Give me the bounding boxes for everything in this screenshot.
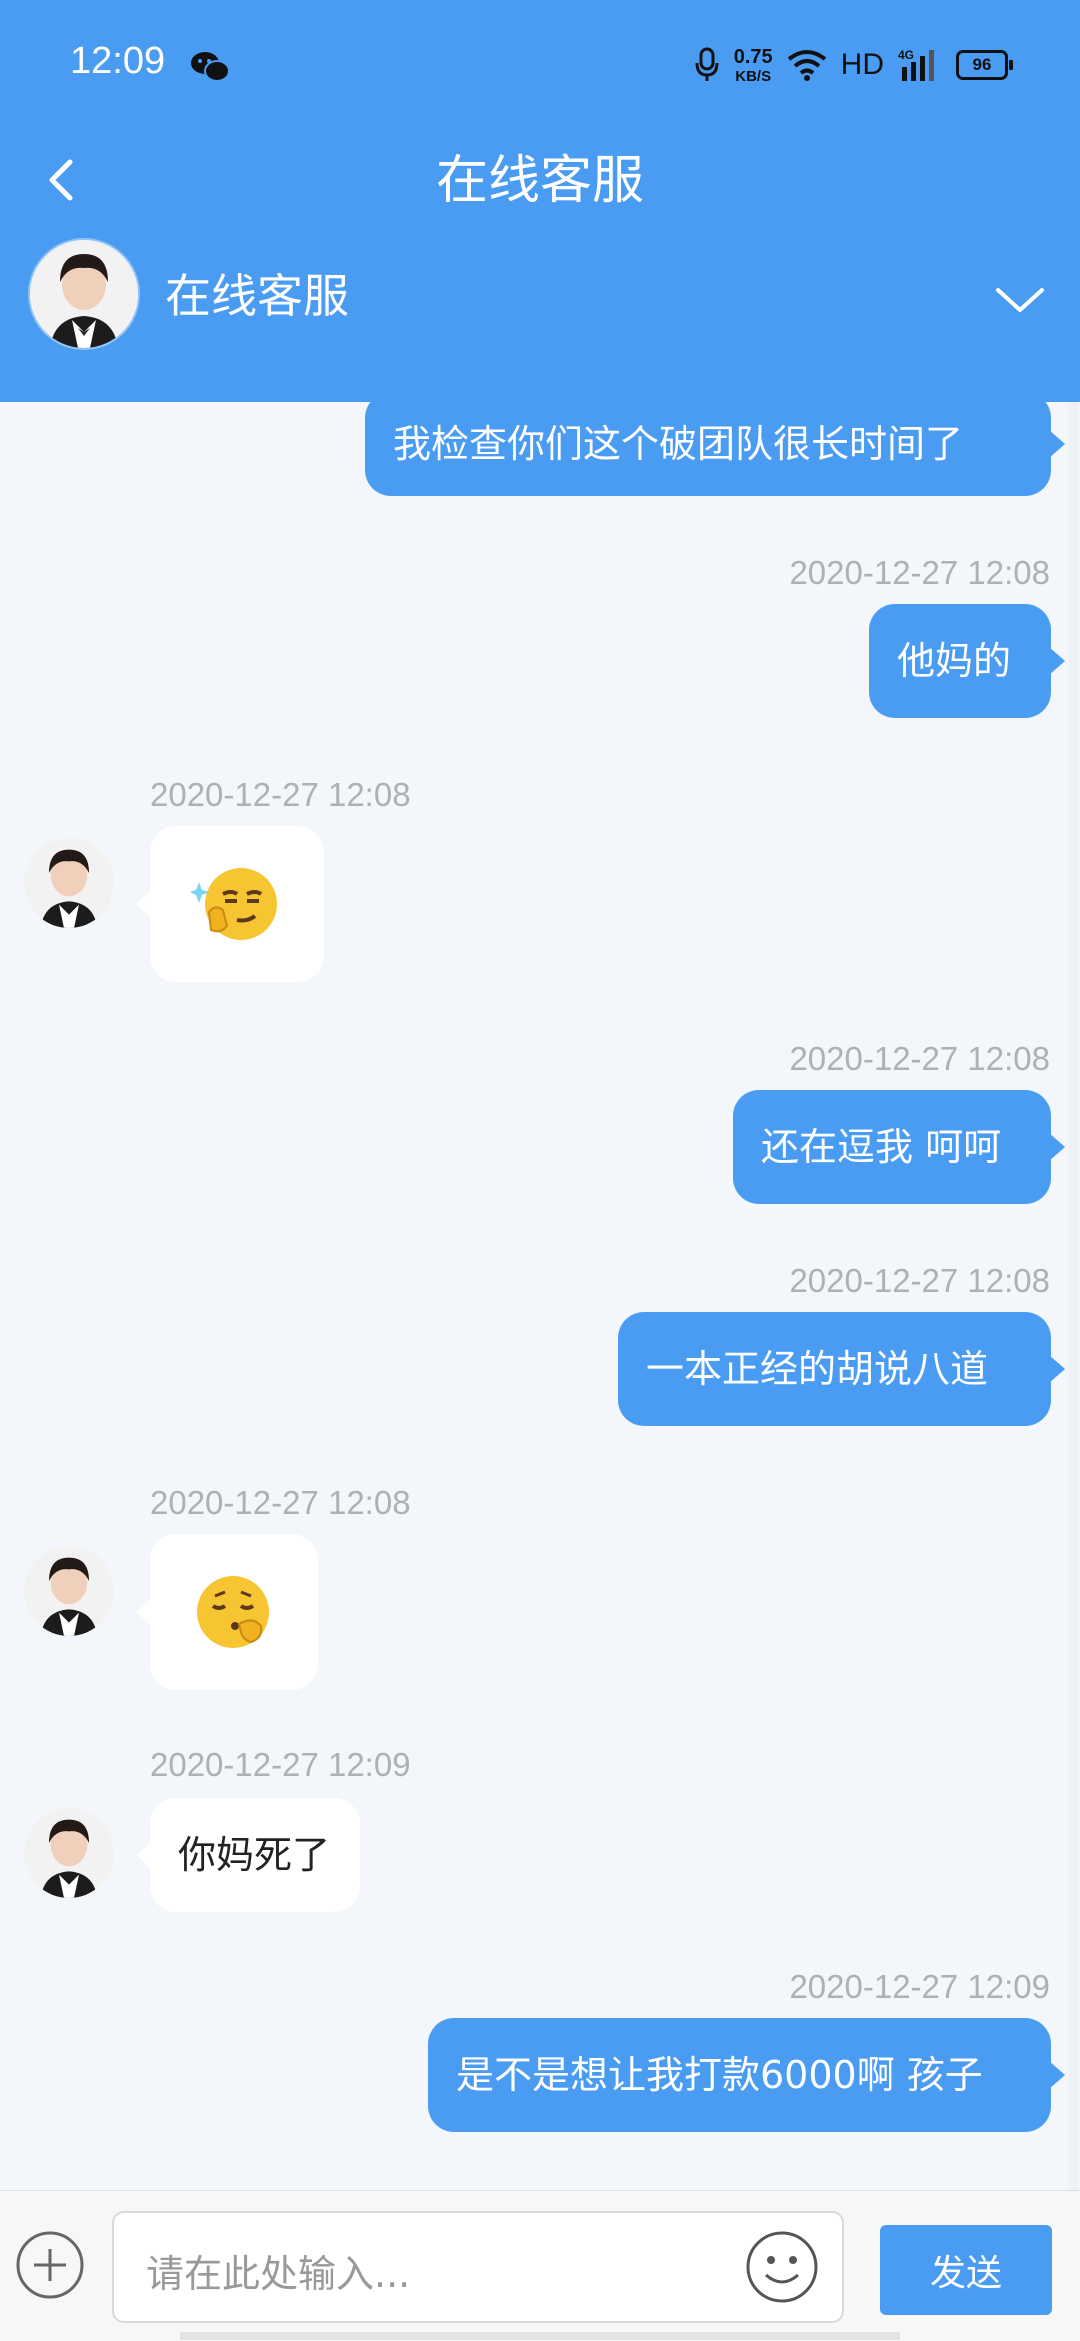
message-timestamp: 2020-12-27 12:08 — [789, 1262, 1050, 1299]
status-time: 12:09 — [70, 40, 166, 82]
status-indicators: 0.75 KB/S HD 4G 96 — [694, 42, 1013, 88]
battery-icon: 96 — [956, 50, 1013, 80]
hd-label: HD — [840, 48, 884, 81]
message-timestamp: 2020-12-27 12:09 — [150, 1746, 411, 1783]
status-bar: 12:09 0.75 KB/S HD 4G 96 — [0, 0, 1080, 130]
top-header: 12:09 0.75 KB/S HD 4G 96 在线客服 在线客服 — [0, 0, 1080, 402]
message-timestamp: 2020-12-27 12:08 — [150, 1484, 411, 1521]
wechat-icon — [191, 52, 230, 82]
net-speed: 0.75 KB/S — [733, 45, 773, 85]
input-bar: 请在此处输入... 发送 — [0, 2190, 1080, 2341]
send-button[interactable]: 发送 — [880, 2225, 1052, 2315]
nav-bar: 在线客服 — [0, 130, 1080, 230]
agent-avatar-small — [24, 838, 114, 928]
page-title: 在线客服 — [435, 151, 644, 211]
thinking-smirk-emoji — [191, 868, 277, 940]
message-timestamp: 2020-12-27 12:09 — [789, 1968, 1050, 2005]
smiley-icon[interactable] — [744, 2229, 820, 2305]
agent-avatar-small — [24, 1546, 114, 1636]
home-indicator — [180, 2332, 900, 2340]
message-bubble-incoming — [136, 826, 324, 982]
shush-emoji — [197, 1576, 269, 1648]
message-bubble-outgoing: 他妈的 — [869, 604, 1065, 718]
agent-avatar — [30, 240, 138, 348]
message-input-placeholder: 请在此处输入... — [146, 2252, 411, 2296]
plus-circle-icon[interactable] — [14, 2229, 86, 2301]
message-bubble-incoming: 你妈死了 — [136, 1798, 360, 1912]
message-timestamp: 2020-12-27 12:08 — [789, 1040, 1050, 1077]
wifi-icon — [787, 50, 826, 81]
message-bubble-outgoing: 是不是想让我打款6000啊 孩子 — [428, 2018, 1065, 2132]
agent-name: 在线客服 — [165, 269, 349, 323]
message-bubble-outgoing: 还在逗我 呵呵 — [733, 1090, 1065, 1204]
agent-header[interactable]: 在线客服 — [0, 230, 1080, 402]
chat-messages[interactable]: 我检查你们这个破团队很长时间了 2020-12-27 12:08 他妈的 202… — [0, 402, 1080, 2190]
chevron-down-icon[interactable] — [990, 270, 1050, 330]
message-bubble-outgoing: 一本正经的胡说八道 — [618, 1312, 1065, 1426]
svg-text:4G: 4G — [898, 48, 914, 62]
message-timestamp: 2020-12-27 12:08 — [150, 776, 411, 813]
message-timestamp: 2020-12-27 12:08 — [789, 554, 1050, 591]
microphone-icon — [695, 47, 719, 81]
message-input[interactable]: 请在此处输入... — [112, 2211, 844, 2323]
agent-avatar-small — [24, 1808, 114, 1898]
signal-icon: 4G — [898, 48, 934, 81]
message-bubble-incoming — [136, 1534, 318, 1690]
scrollbar[interactable] — [1068, 402, 1078, 2190]
message-bubble-outgoing: 我检查你们这个破团队很长时间了 — [365, 402, 1065, 496]
